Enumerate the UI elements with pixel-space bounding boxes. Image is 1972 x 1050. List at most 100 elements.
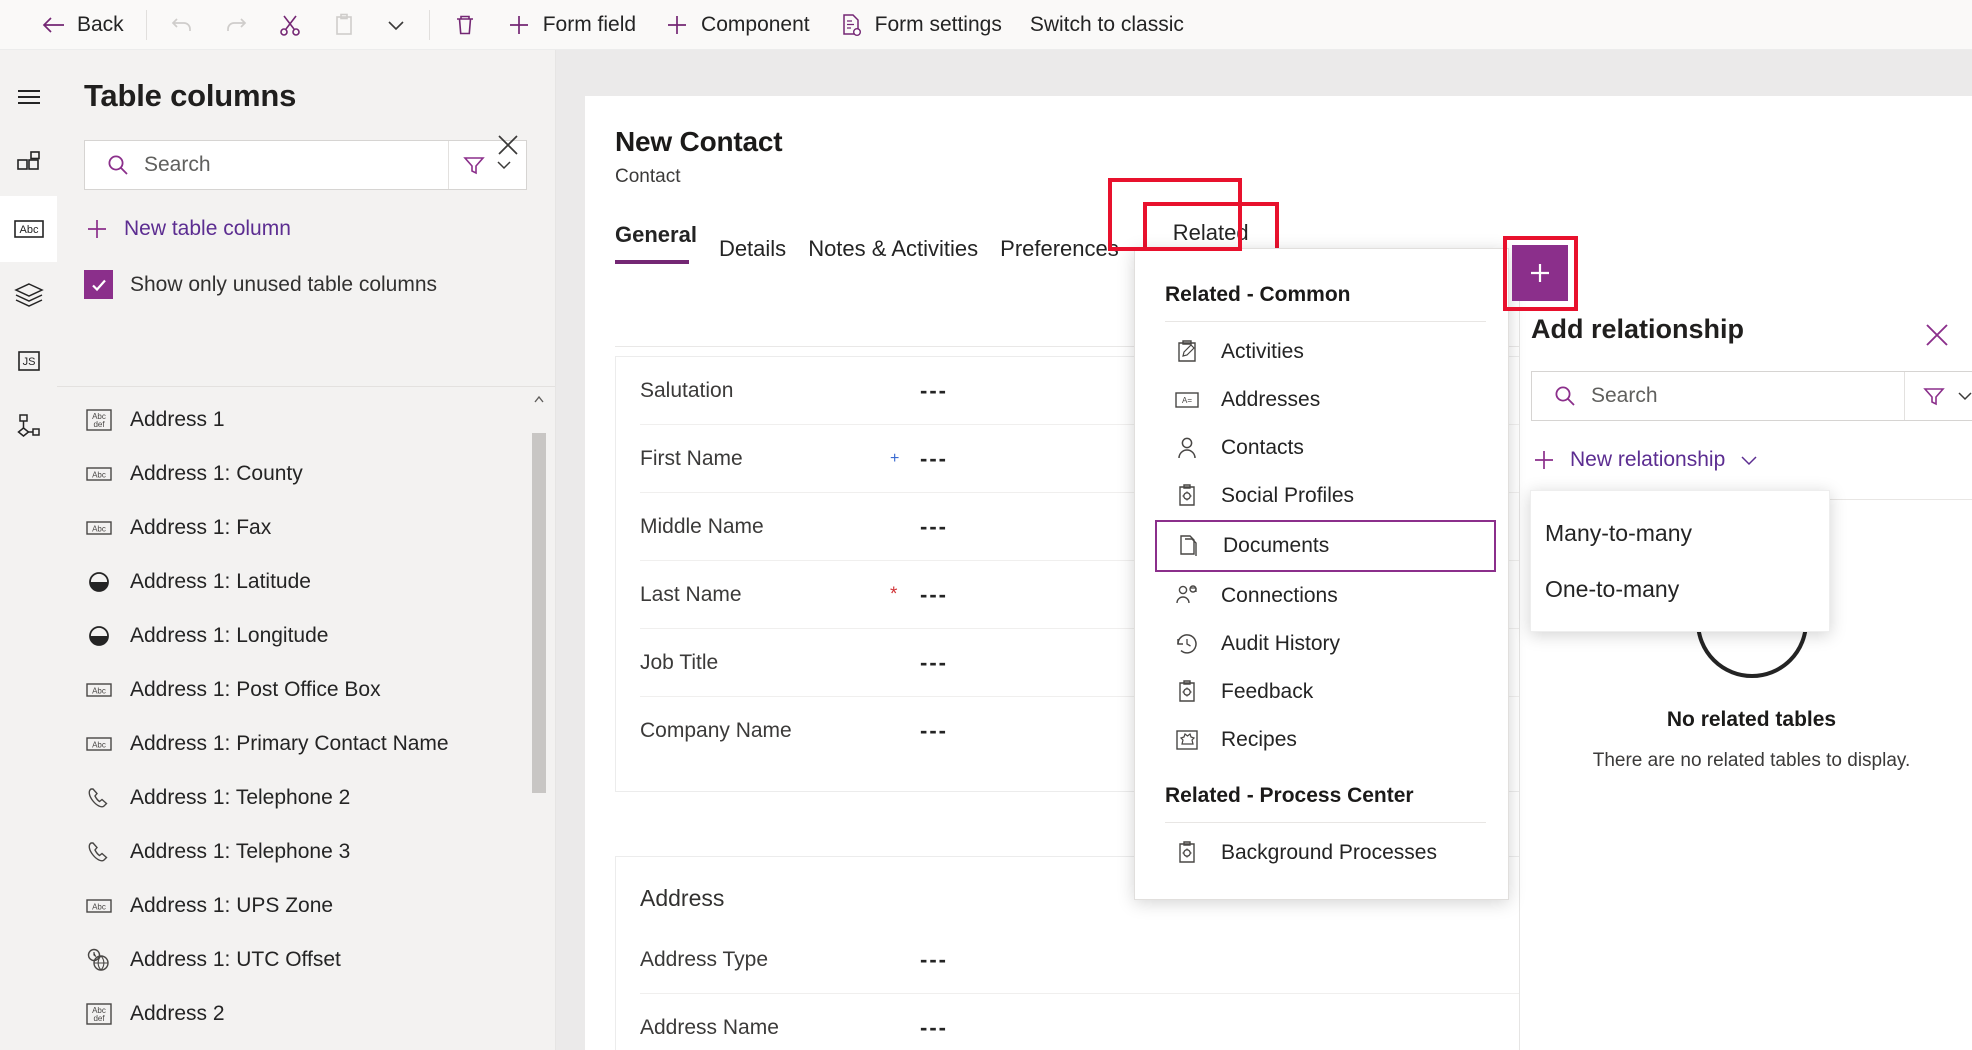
new-table-column-label: New table column	[124, 217, 291, 240]
column-label: Address 1: Longitude	[130, 624, 329, 647]
search-placeholder: Search	[144, 153, 211, 176]
column-label: Address 1	[130, 408, 225, 431]
related-menu-item[interactable]: Background Processes	[1143, 829, 1500, 877]
scroll-up-arrow-icon[interactable]	[532, 393, 546, 407]
toolbar-divider-2	[428, 9, 430, 40]
text-icon: Abc	[84, 892, 114, 920]
form-settings-button[interactable]: Form settings	[824, 0, 1016, 50]
related-menu-item[interactable]: Contacts	[1143, 424, 1500, 472]
tab-preferences[interactable]: Preferences	[1000, 228, 1141, 274]
undo-icon	[169, 12, 195, 38]
delete-trash-icon	[452, 12, 478, 38]
list-item[interactable]: Address 1: Latitude	[57, 555, 555, 609]
column-label: Address 1: Telephone 3	[130, 840, 351, 863]
show-unused-checkbox[interactable]: Show only unused table columns	[84, 270, 555, 299]
list-item[interactable]: Abc def Address 2	[57, 987, 555, 1041]
components-grid-icon	[14, 148, 44, 178]
related-menu-item-label: Audit History	[1221, 632, 1341, 655]
field-value: ---	[920, 377, 948, 403]
add-component-button[interactable]: Component	[650, 0, 824, 50]
related-menu-item[interactable]: Audit History	[1143, 620, 1500, 668]
rail-item-related[interactable]	[0, 394, 57, 460]
back-label: Back	[77, 12, 124, 36]
related-menu-item[interactable]: Activities	[1143, 328, 1500, 376]
list-item[interactable]: Address 1: Telephone 2	[57, 771, 555, 825]
cut-button[interactable]	[263, 0, 317, 50]
related-menu-item[interactable]: A= Addresses	[1143, 376, 1500, 424]
add-form-field-button[interactable]: Form field	[492, 0, 650, 50]
required-indicator: *	[890, 583, 898, 605]
relationship-search-input[interactable]: Search	[1532, 383, 1904, 409]
decimal-icon	[84, 622, 114, 650]
toolbar-divider-1	[145, 9, 147, 40]
delete-button[interactable]	[438, 0, 492, 50]
list-item[interactable]: Abc Address 1: Fax	[57, 501, 555, 555]
related-menu-item[interactable]: Feedback	[1143, 668, 1500, 716]
relationship-nodes-icon	[14, 412, 44, 442]
rail-item-table-columns[interactable]: Abc	[0, 196, 57, 262]
plus-icon	[664, 12, 690, 38]
tab-general[interactable]: General	[615, 214, 719, 274]
tab-details[interactable]: Details	[719, 228, 808, 274]
list-item[interactable]: Abc Address 1: Post Office Box	[57, 663, 555, 717]
related-menu-item-label: Social Profiles	[1221, 484, 1355, 507]
scrollbar-track[interactable]	[532, 411, 546, 1048]
tab-notes-activities[interactable]: Notes & Activities	[808, 228, 1000, 274]
tab-label: Details	[718, 236, 787, 261]
related-menu-item[interactable]: Documents	[1155, 520, 1496, 572]
list-item[interactable]: Abc Address 1: Primary Contact Name	[57, 717, 555, 771]
phone-icon	[84, 784, 114, 812]
filter-icon	[461, 152, 487, 178]
list-item[interactable]: Abc Address 1: UPS Zone	[57, 879, 555, 933]
layers-icon	[13, 280, 45, 310]
column-label: Address 1: UPS Zone	[130, 894, 334, 917]
redo-button[interactable]	[209, 0, 263, 50]
list-item[interactable]: Abc Address 1: County	[57, 447, 555, 501]
person-icon	[1173, 434, 1201, 462]
close-icon	[493, 130, 523, 160]
switch-to-classic-button[interactable]: Switch to classic	[1016, 0, 1198, 50]
close-panel-button[interactable]	[491, 128, 525, 162]
columns-scrollbar[interactable]	[532, 393, 546, 1048]
related-menu-item[interactable]: Social Profiles	[1143, 472, 1500, 520]
new-relationship-button[interactable]: New relationship	[1531, 447, 1972, 473]
close-add-relationship-button[interactable]	[1920, 318, 1954, 352]
scrollbar-thumb[interactable]	[532, 433, 546, 793]
list-item[interactable]: Address 1: UTC Offset	[57, 933, 555, 987]
list-item[interactable]: Address 1: Telephone 3	[57, 825, 555, 879]
column-label: Address 1: Latitude	[130, 570, 311, 593]
chevron-down-icon	[1955, 386, 1972, 406]
rail-item-menu[interactable]	[0, 64, 57, 130]
activity-clipboard-icon	[1173, 338, 1201, 366]
menu-item-label: Many-to-many	[1545, 519, 1692, 546]
rail-item-events[interactable]: JS	[0, 328, 57, 394]
relationship-filter-button[interactable]	[1904, 372, 1972, 420]
related-menu-item-label: Contacts	[1221, 436, 1304, 459]
paste-button[interactable]	[317, 0, 371, 50]
related-menu-item[interactable]: Connections	[1143, 572, 1500, 620]
rail-item-components[interactable]	[0, 130, 57, 196]
list-item[interactable]: Address 1: Longitude	[57, 609, 555, 663]
menu-item-one-to-many[interactable]: One-to-many	[1531, 561, 1829, 617]
history-clock-icon	[1173, 630, 1201, 658]
add-relationship-button[interactable]	[1512, 245, 1568, 301]
list-item[interactable]: Address 2: Address Type	[57, 1041, 555, 1050]
new-relationship-label: New relationship	[1570, 448, 1726, 471]
plus-icon	[506, 12, 532, 38]
undo-button[interactable]	[155, 0, 209, 50]
rail-item-tree-view[interactable]	[0, 262, 57, 328]
column-label: Address 1: Fax	[130, 516, 272, 539]
field-value: ---	[920, 946, 948, 972]
back-arrow-icon	[40, 12, 66, 38]
back-button[interactable]: Back	[26, 0, 138, 50]
menu-item-many-to-many[interactable]: Many-to-many	[1531, 505, 1829, 561]
new-table-column-button[interactable]: New table column	[84, 216, 555, 242]
paste-overflow-button[interactable]	[371, 0, 421, 50]
social-profile-icon	[1173, 482, 1201, 510]
search-input[interactable]: Search	[85, 152, 448, 178]
decimal-icon	[84, 568, 114, 596]
search-box: Search	[84, 140, 527, 190]
related-menu-item[interactable]: Recipes	[1143, 716, 1500, 764]
address-card-icon: A=	[1173, 386, 1201, 414]
list-item[interactable]: Abc def Address 1	[57, 393, 555, 447]
